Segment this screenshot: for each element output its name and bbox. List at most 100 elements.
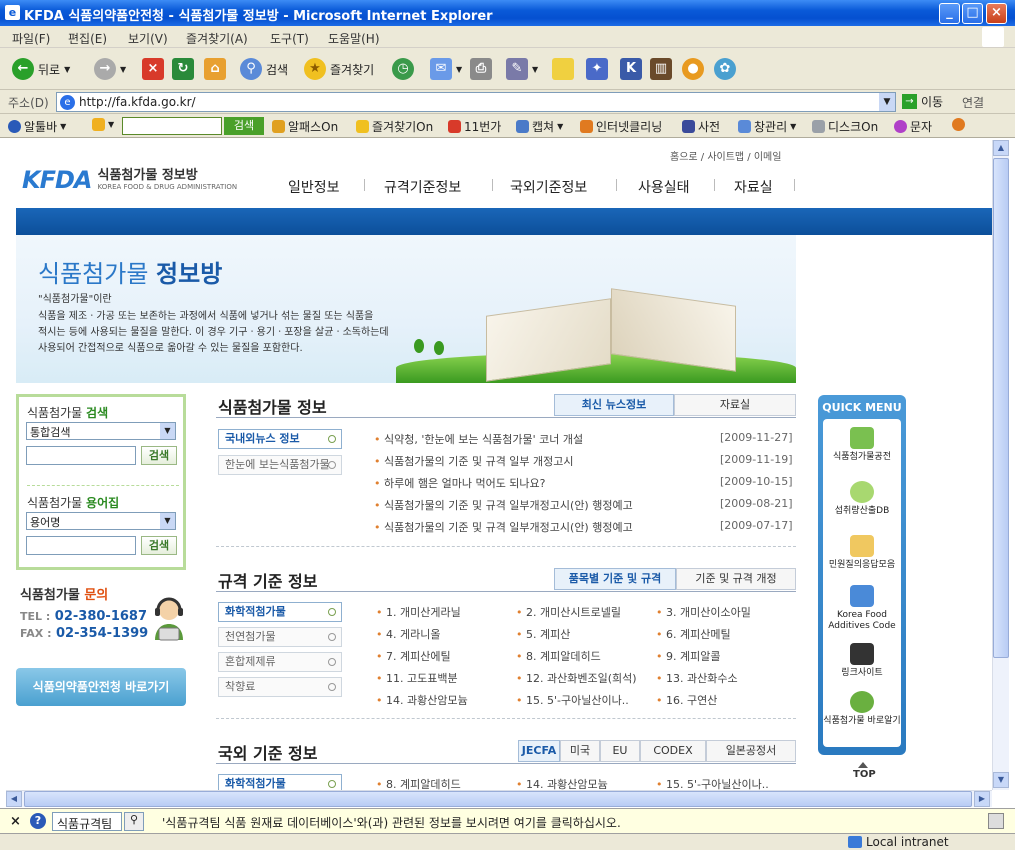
additive-link[interactable]: • 16. 구연산 <box>656 692 717 708</box>
toolbar-search-input[interactable] <box>122 117 222 135</box>
toolbar-extra-button[interactable]: ▥ <box>650 56 672 82</box>
gnb-archive[interactable]: 자료실 <box>734 177 773 197</box>
gnb-foreign-standards[interactable]: 국외기준정보 <box>510 177 587 197</box>
gnb-general-info[interactable]: 일반정보 <box>288 177 340 197</box>
refresh-button[interactable]: ↻ <box>172 56 194 82</box>
maximize-button[interactable]: □ <box>962 3 983 24</box>
toolbar-options-button[interactable] <box>952 118 965 131</box>
additive-link[interactable]: • 1. 개미산게라닐 <box>376 604 461 620</box>
subnav-chemical-additives[interactable]: 화학적첨가물 <box>218 602 342 622</box>
subnav-natural-additives[interactable]: 천연첨가물 <box>218 627 342 647</box>
tab-eu[interactable]: EU <box>600 740 640 762</box>
toolbar-plugin-button[interactable]: ▼ <box>92 118 114 131</box>
tab-jecfa[interactable]: JECFA <box>518 740 560 762</box>
scroll-left-icon[interactable]: ◀ <box>6 791 22 807</box>
capture-button[interactable]: 캡쳐 ▼ <box>516 118 563 135</box>
infobar-select[interactable]: 식품규격팀 <box>52 812 122 831</box>
back-button[interactable]: ← 뒤로 ▼ <box>12 56 70 82</box>
quick-menu-codex[interactable]: 식품첨가물공전 <box>823 427 901 463</box>
quick-menu-link-sites[interactable]: 링크사이트 <box>823 643 901 679</box>
address-input[interactable]: e http://fa.kfda.go.kr/ ▼ <box>56 92 896 112</box>
note-button[interactable] <box>552 56 574 82</box>
search-button[interactable]: ⚲ 검색 <box>240 56 288 82</box>
history-button[interactable]: ◷ <box>392 56 414 82</box>
menu-favorites[interactable]: 즐겨찾기(A) <box>186 30 248 47</box>
additive-link[interactable]: • 3. 개미산이소아밀 <box>656 604 751 620</box>
altoolbar-button[interactable]: 알툴바 ▼ <box>8 118 66 135</box>
news-item[interactable]: • 식품첨가물의 기준 및 규격 일부개정고시(안) 행정예고 <box>374 497 633 513</box>
subnav-additives-at-glance[interactable]: 한눈에 보는식품첨가물 <box>218 455 342 475</box>
news-item[interactable]: • 식품첨가물의 기준 및 규격 일부개정고시(안) 행정예고 <box>374 519 633 535</box>
dictionary-button[interactable]: 사전 <box>682 118 720 135</box>
scroll-up-icon[interactable]: ▲ <box>993 140 1009 156</box>
additive-link[interactable]: • 4. 게라니올 <box>376 626 440 642</box>
search-icon[interactable]: ⚲ <box>124 812 144 831</box>
11st-button[interactable]: 11번가 <box>448 118 501 135</box>
search-type-select[interactable]: 통합검색 ▼ <box>26 422 176 440</box>
glossary-type-select[interactable]: 용어명 ▼ <box>26 512 176 530</box>
horizontal-scrollbar[interactable]: ◀ ▶ <box>6 790 992 807</box>
toolbar-extra-button-3[interactable]: ✿ <box>714 56 736 82</box>
additive-link[interactable]: • 7. 계피산에틸 <box>376 648 451 664</box>
horizontal-scroll-thumb[interactable] <box>24 791 972 807</box>
stop-button[interactable]: × <box>142 56 164 82</box>
additive-link[interactable]: • 2. 개미산시트로넬릴 <box>516 604 621 620</box>
subnav-news[interactable]: 국내외뉴스 정보 <box>218 429 342 449</box>
infobar-message[interactable]: '식품규격팀 식품 원재료 데이터베이스'와(과) 관련된 정보를 보시려면 여… <box>162 814 621 831</box>
print-button[interactable]: ⎙ <box>470 56 492 82</box>
additive-link[interactable]: • 6. 계피산메틸 <box>656 626 731 642</box>
address-dropdown-icon[interactable]: ▼ <box>879 93 895 111</box>
tab-item-standards[interactable]: 품목별 기준 및 규격 <box>554 568 676 590</box>
additive-link[interactable]: • 14. 과황산암모늄 <box>376 692 468 708</box>
quick-menu-korea-food-additives-code[interactable]: Korea Food Additives Code <box>823 585 901 632</box>
home-button[interactable]: ⌂ <box>204 56 226 82</box>
glossary-input[interactable] <box>26 536 136 555</box>
alpass-button[interactable]: 알패스On <box>272 118 338 135</box>
subnav-mixtures[interactable]: 혼합제제류 <box>218 652 342 672</box>
tab-codex[interactable]: CODEX <box>640 740 706 762</box>
top-button[interactable]: TOP <box>853 762 876 780</box>
menu-file[interactable]: 파일(F) <box>12 30 50 47</box>
links-button[interactable]: 연결 <box>962 94 984 111</box>
additive-link[interactable]: • 13. 과산화수소 <box>656 670 738 686</box>
mail-button[interactable]: ✉ ▼ <box>430 56 462 82</box>
close-button[interactable]: × <box>986 3 1007 24</box>
quick-menu-faq[interactable]: 민원질의응답모음 <box>823 535 901 571</box>
minimize-button[interactable]: _ <box>939 3 960 24</box>
tab-usa[interactable]: 미국 <box>560 740 600 762</box>
favorites-on-button[interactable]: 즐겨찾기On <box>356 118 433 135</box>
forward-button[interactable]: → ▼ <box>94 56 126 82</box>
menu-tools[interactable]: 도구(T) <box>270 30 309 47</box>
tab-archive[interactable]: 자료실 <box>674 394 796 416</box>
kfda-shortcut-button[interactable]: 식품의약품안전청 바로가기 <box>16 668 186 706</box>
quick-menu-intake-db[interactable]: 섭취량산출DB <box>823 481 901 517</box>
additive-link[interactable]: • 9. 계피알콜 <box>656 648 720 664</box>
glossary-submit-button[interactable]: 검색 <box>141 536 177 555</box>
search-submit-button[interactable]: 검색 <box>141 446 177 465</box>
additive-link[interactable]: • 8. 계피알데히드 <box>516 648 601 664</box>
vertical-scroll-thumb[interactable] <box>993 158 1009 658</box>
print-icon[interactable] <box>988 813 1004 829</box>
additive-link[interactable]: • 15. 5'-구아닐산이나.. <box>656 776 769 790</box>
news-item[interactable]: • 하루에 햄은 얼마나 먹어도 되나요? <box>374 475 546 491</box>
news-item[interactable]: • 식약청, '한눈에 보는 식품첨가물' 코너 개설 <box>374 431 583 447</box>
additive-link[interactable]: • 15. 5'-구아닐산이나.. <box>516 692 629 708</box>
tab-latest-news[interactable]: 최신 뉴스정보 <box>554 394 674 416</box>
scroll-down-icon[interactable]: ▼ <box>993 772 1009 788</box>
additive-link[interactable]: • 14. 과황산암모늄 <box>516 776 608 790</box>
edit-button[interactable]: ✎ ▼ <box>506 56 538 82</box>
quick-menu-know-additives[interactable]: 식품첨가물 바로알기 <box>823 691 901 727</box>
messenger-button[interactable]: ✦ <box>586 56 608 82</box>
tab-japan-codex[interactable]: 일본공정서 <box>706 740 796 762</box>
favorites-button[interactable]: ★ 즐겨찾기 <box>304 56 374 82</box>
additive-link[interactable]: • 11. 고도표백분 <box>376 670 458 686</box>
gnb-usage[interactable]: 사용실태 <box>638 177 690 197</box>
vertical-scrollbar[interactable]: ▲ ▼ <box>992 140 1009 790</box>
utility-links[interactable]: 홈으로 / 사이트맵 / 이메일 <box>670 148 781 163</box>
additive-link[interactable]: • 8. 계피알데히드 <box>376 776 461 790</box>
site-logo[interactable]: KFDA 식품첨가물 정보방 KOREA FOOD & DRUG ADMINIS… <box>22 166 237 194</box>
sms-button[interactable]: 문자 <box>894 118 932 135</box>
menu-edit[interactable]: 편집(E) <box>68 30 107 47</box>
gnb-standards-info[interactable]: 규격기준정보 <box>384 177 461 197</box>
subnav-flavorings[interactable]: 착향료 <box>218 677 342 697</box>
